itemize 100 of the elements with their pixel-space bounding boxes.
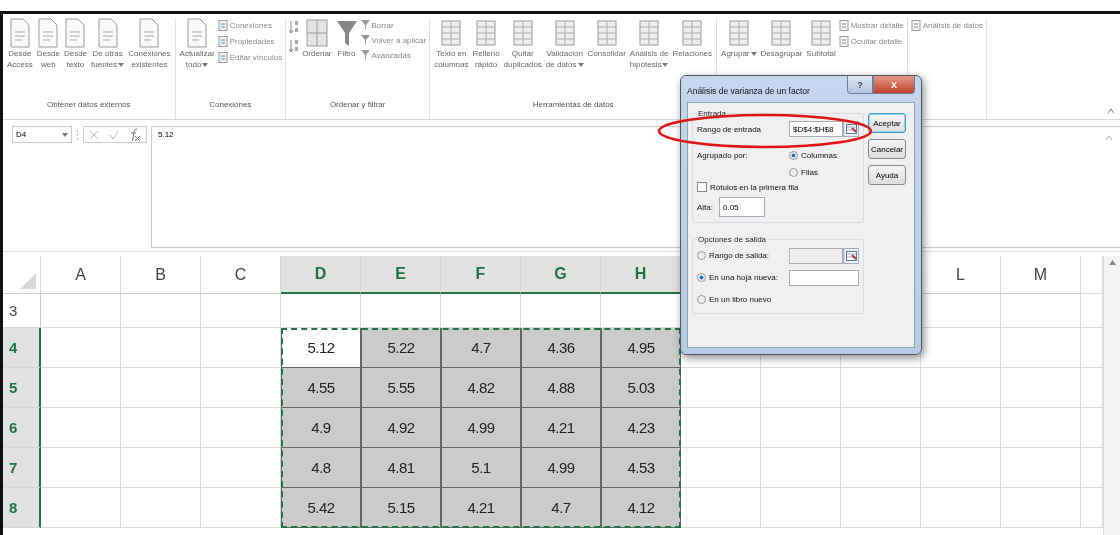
radio-button[interactable] [789,168,798,177]
collapse-icon[interactable] [1106,136,1112,140]
document-icon [96,18,119,48]
document-icon [217,36,228,47]
input-range-field[interactable]: $D$4:$H$8 [789,121,843,137]
table-cell: 4.55 [281,368,361,408]
ribbon-button[interactable]: Consolidar [586,18,627,59]
ribbon-button[interactable]: Ocultar detalle [838,36,904,47]
ribbon-button[interactable]: Subtotal [805,18,837,59]
ribbon-button[interactable]: Conexiones [217,20,283,31]
document-icon [910,20,921,31]
option-label: Filas [801,168,818,177]
table-cell: 4.12 [601,488,681,528]
alpha-field[interactable]: 0.05 [719,197,765,217]
column-header[interactable]: C [201,256,281,294]
ribbon-button[interactable]: Conexiones existentes [127,18,172,70]
caret-icon [750,51,757,56]
ribbon-button[interactable]: Desagrupar [759,18,804,59]
cancel-icon[interactable] [89,129,99,140]
table-cell: 4.88 [521,368,601,408]
table-icon [474,18,498,48]
range-select-icon [845,250,857,261]
option-label: En una hoja nueva: [709,273,779,282]
row-header[interactable]: 5 [3,368,41,408]
sheet-name-field[interactable] [789,269,859,286]
table-cell: 4.99 [521,448,601,488]
ribbon-button[interactable]: Validación de datos [544,18,585,70]
ribbon-button[interactable]: Filtro [334,18,359,59]
caret-icon [62,132,68,137]
dialog-button[interactable]: Aceptar [868,113,906,133]
table-cell: 5.55 [361,368,441,408]
radio-button[interactable] [789,151,798,160]
output-range-field[interactable] [789,247,843,264]
ribbon-button[interactable]: Desde Access [6,18,34,70]
table-icon [809,18,833,48]
table-cell: 4.21 [521,408,601,448]
table-cell: 5.42 [281,488,361,528]
ribbon-button[interactable]: Ordenar [301,18,333,59]
ribbon-button[interactable]: Agrupar [720,18,758,59]
row-header[interactable]: 6 [3,408,41,448]
column-header[interactable]: G [521,256,601,294]
checkbox[interactable] [697,182,707,192]
dialog-title: Análisis de varianza de un factor [687,86,810,96]
row-header[interactable]: 8 [3,488,41,528]
ribbon-button[interactable]: Editar vínculos [217,52,283,63]
select-all-icon[interactable] [20,273,36,289]
ribbon-button[interactable]: Quitar duplicados [502,18,543,70]
column-header[interactable]: B [121,256,201,294]
table-cell: 4.99 [441,408,521,448]
column-header[interactable]: M [1001,256,1081,294]
name-box[interactable]: D4 [12,126,72,143]
column-header[interactable]: H [601,256,681,294]
table-icon [439,18,464,48]
table-cell: 4.81 [361,448,441,488]
table-icon [680,18,705,48]
field-label: Alfa: [697,202,714,212]
close-button[interactable]: X [873,76,915,94]
dialog-button[interactable]: Cancelar [868,139,906,159]
ribbon-button[interactable]: Análisis de datos [910,20,984,31]
group-label: Conexiones [208,100,253,109]
option-label: Rango de salida: [709,251,771,260]
scroll-up-icon[interactable] [1108,260,1116,265]
range-select-icon [845,124,857,134]
help-button[interactable]: ? [847,76,873,94]
dialog-button[interactable]: Ayuda [868,165,906,185]
ribbon-button[interactable]: De otras fuentes [90,18,126,70]
radio-button[interactable] [697,251,706,260]
range-select-button[interactable] [843,247,859,264]
ribbon-button[interactable]: Desde texto [62,18,89,70]
column-header[interactable]: E [361,256,441,294]
check-icon[interactable] [109,129,119,140]
column-header[interactable]: L [921,256,1001,294]
column-header[interactable]: A [41,256,121,294]
ribbon-button[interactable]: Mostrar detalle [838,20,904,31]
document-icon [37,18,60,48]
cell-reference: D4 [16,130,27,139]
ribbon-button[interactable]: Avanzadas [360,50,427,60]
document-icon [217,52,228,63]
ribbon-button[interactable]: Borrar [360,20,427,30]
column-header[interactable]: D [281,256,361,294]
collapse-ribbon-icon[interactable] [1108,109,1114,113]
caret-icon [577,62,584,67]
ribbon-button[interactable]: Propiedades [217,36,283,47]
ribbon-button[interactable]: Análisis de hipótesis [628,18,670,70]
scrollbar[interactable] [1103,256,1120,535]
table-icon [594,18,619,48]
table-cell: 5.15 [361,488,441,528]
ribbon-button[interactable]: Desde web [35,18,61,70]
ribbon-button[interactable]: Relaciones [671,18,714,59]
column-header[interactable]: F [441,256,521,294]
function-icon[interactable] [129,127,141,142]
row-header[interactable]: 3 [3,294,41,328]
row-header[interactable]: 4 [3,328,41,368]
ribbon-button[interactable]: Volver a aplicar [360,35,427,45]
radio-button[interactable] [697,273,706,282]
ribbon-button[interactable]: Actualizar todo [178,18,216,70]
row-header[interactable]: 7 [3,448,41,488]
ribbon-button[interactable]: Texto en columnas [433,18,470,70]
radio-button[interactable] [697,295,706,304]
ribbon-button[interactable]: Relleno rápido [471,18,501,70]
